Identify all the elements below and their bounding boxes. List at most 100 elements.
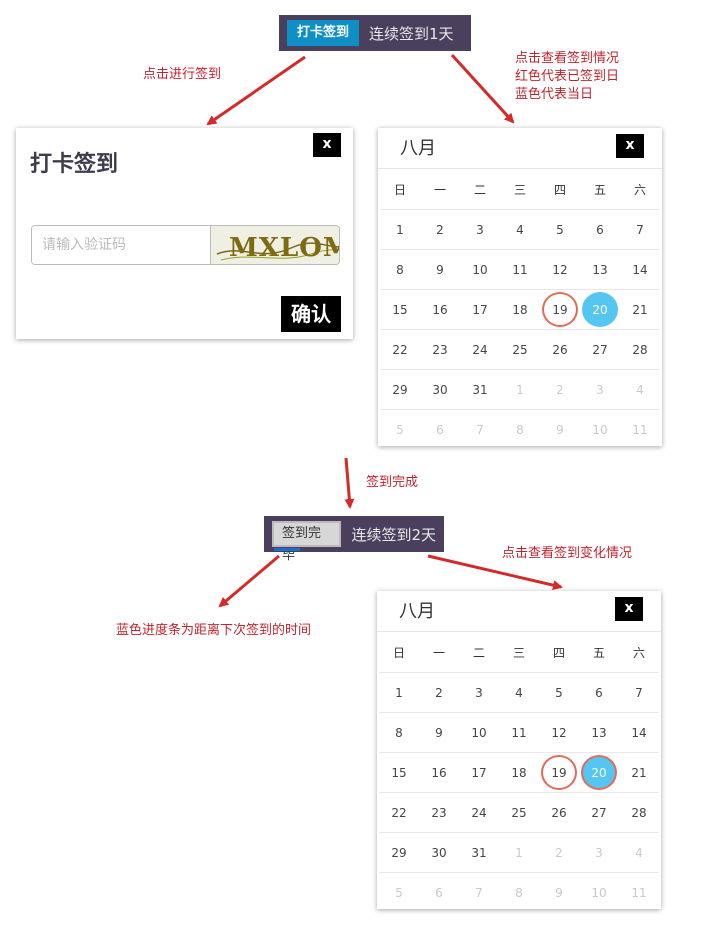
captcha-input[interactable]: [32, 226, 210, 264]
calendar-day[interactable]: 5: [380, 410, 420, 449]
weekday-label: 一: [433, 183, 446, 197]
calendar-day[interactable]: 3: [580, 370, 620, 409]
calendar-day[interactable]: 10: [580, 410, 620, 449]
calendar-day[interactable]: 1: [499, 833, 539, 872]
calendar-day[interactable]: 10: [460, 250, 500, 289]
captcha-image[interactable]: MXLOM: [210, 226, 339, 264]
calendar-day[interactable]: 4: [619, 833, 659, 872]
calendar-day[interactable]: 15: [379, 753, 419, 792]
calendar-day[interactable]: 10: [579, 873, 619, 912]
calendar-day[interactable]: 7: [620, 210, 660, 249]
calendar-day[interactable]: 31: [459, 833, 499, 872]
calendar-day[interactable]: 22: [380, 330, 420, 369]
calendar-day[interactable]: 4: [620, 370, 660, 409]
sign-bar-top: 打卡签到 连续签到1天: [279, 15, 471, 51]
calendar-day[interactable]: 23: [419, 793, 459, 832]
calendar-day[interactable]: 29: [379, 833, 419, 872]
calendar-day[interactable]: 28: [620, 330, 660, 369]
calendar-day[interactable]: 22: [379, 793, 419, 832]
calendar-day[interactable]: 12: [540, 250, 580, 289]
calendar-day[interactable]: 1: [379, 673, 419, 712]
calendar-day[interactable]: 4: [500, 210, 540, 249]
calendar-day[interactable]: 7: [459, 873, 499, 912]
calendar-day[interactable]: 17: [460, 290, 500, 329]
calendar-close-button[interactable]: x: [616, 134, 644, 158]
calendar-day[interactable]: 17: [459, 753, 499, 792]
calendar-day[interactable]: 5: [539, 673, 579, 712]
calendar-day[interactable]: 21: [620, 290, 660, 329]
calendar-day[interactable]: 28: [619, 793, 659, 832]
calendar-day[interactable]: 31: [460, 370, 500, 409]
calendar-day[interactable]: 27: [579, 793, 619, 832]
dialog-close-button[interactable]: x: [313, 133, 341, 157]
calendar-day[interactable]: 9: [539, 873, 579, 912]
calendar-day[interactable]: 29: [380, 370, 420, 409]
calendar-day[interactable]: 8: [500, 410, 540, 449]
day-number: 5: [556, 222, 564, 237]
calendar-day[interactable]: 3: [460, 210, 500, 249]
calendar-day[interactable]: 11: [499, 713, 539, 752]
calendar-day[interactable]: 10: [459, 713, 499, 752]
calendar-day[interactable]: 6: [580, 210, 620, 249]
calendar-day[interactable]: 5: [379, 873, 419, 912]
confirm-button[interactable]: 确认: [281, 296, 341, 332]
calendar-day[interactable]: 6: [579, 673, 619, 712]
calendar-day[interactable]: 11: [620, 410, 660, 449]
calendar-day[interactable]: 26: [539, 793, 579, 832]
calendar-day[interactable]: 1: [500, 370, 540, 409]
calendar-day[interactable]: 18: [500, 290, 540, 329]
calendar-day[interactable]: 7: [460, 410, 500, 449]
calendar-day[interactable]: 7: [619, 673, 659, 712]
calendar-day[interactable]: 14: [619, 713, 659, 752]
calendar-day[interactable]: 25: [500, 330, 540, 369]
calendar-day[interactable]: 11: [619, 873, 659, 912]
calendar-day[interactable]: 12: [539, 713, 579, 752]
calendar-day-today[interactable]: 20: [579, 753, 619, 792]
calendar-day-today[interactable]: 20: [580, 290, 620, 329]
calendar-day[interactable]: 8: [379, 713, 419, 752]
calendar-day[interactable]: 16: [419, 753, 459, 792]
calendar-close-button[interactable]: x: [615, 597, 643, 621]
calendar-day[interactable]: 6: [420, 410, 460, 449]
calendar-day[interactable]: 30: [419, 833, 459, 872]
calendar-day[interactable]: 30: [420, 370, 460, 409]
calendar-day[interactable]: 3: [459, 673, 499, 712]
day-number: 4: [636, 382, 644, 397]
calendar-day-signed[interactable]: 19: [540, 290, 580, 329]
calendar-day[interactable]: 3: [579, 833, 619, 872]
calendar-day[interactable]: 24: [459, 793, 499, 832]
calendar-day[interactable]: 14: [620, 250, 660, 289]
calendar-day[interactable]: 2: [420, 210, 460, 249]
checkin-button[interactable]: 打卡签到: [287, 20, 360, 46]
calendar-day[interactable]: 15: [380, 290, 420, 329]
calendar-day[interactable]: 11: [500, 250, 540, 289]
calendar-day[interactable]: 24: [460, 330, 500, 369]
calendar-day[interactable]: 6: [419, 873, 459, 912]
calendar-day[interactable]: 9: [419, 713, 459, 752]
calendar-day[interactable]: 5: [540, 210, 580, 249]
calendar-header: 八月 x: [378, 128, 662, 169]
calendar-day[interactable]: 9: [420, 250, 460, 289]
calendar-day[interactable]: 23: [420, 330, 460, 369]
calendar-day[interactable]: 13: [580, 250, 620, 289]
calendar-day[interactable]: 21: [619, 753, 659, 792]
calendar-day[interactable]: 2: [419, 673, 459, 712]
streak-text[interactable]: 连续签到1天: [369, 23, 454, 44]
calendar-day[interactable]: 25: [499, 793, 539, 832]
calendar-day[interactable]: 2: [539, 833, 579, 872]
calendar-day[interactable]: 2: [540, 370, 580, 409]
streak-text[interactable]: 连续签到2天: [351, 524, 436, 545]
calendar-day-signed[interactable]: 19: [539, 753, 579, 792]
calendar-day[interactable]: 18: [499, 753, 539, 792]
calendar-day[interactable]: 1: [380, 210, 420, 249]
calendar-day[interactable]: 8: [499, 873, 539, 912]
day-number: 8: [516, 422, 524, 437]
calendar-day[interactable]: 16: [420, 290, 460, 329]
calendar-day[interactable]: 26: [540, 330, 580, 369]
calendar-day[interactable]: 13: [579, 713, 619, 752]
calendar-day[interactable]: 8: [380, 250, 420, 289]
checkin-done-button[interactable]: 签到完毕: [272, 521, 342, 563]
calendar-day[interactable]: 27: [580, 330, 620, 369]
calendar-day[interactable]: 4: [499, 673, 539, 712]
calendar-day[interactable]: 9: [540, 410, 580, 449]
